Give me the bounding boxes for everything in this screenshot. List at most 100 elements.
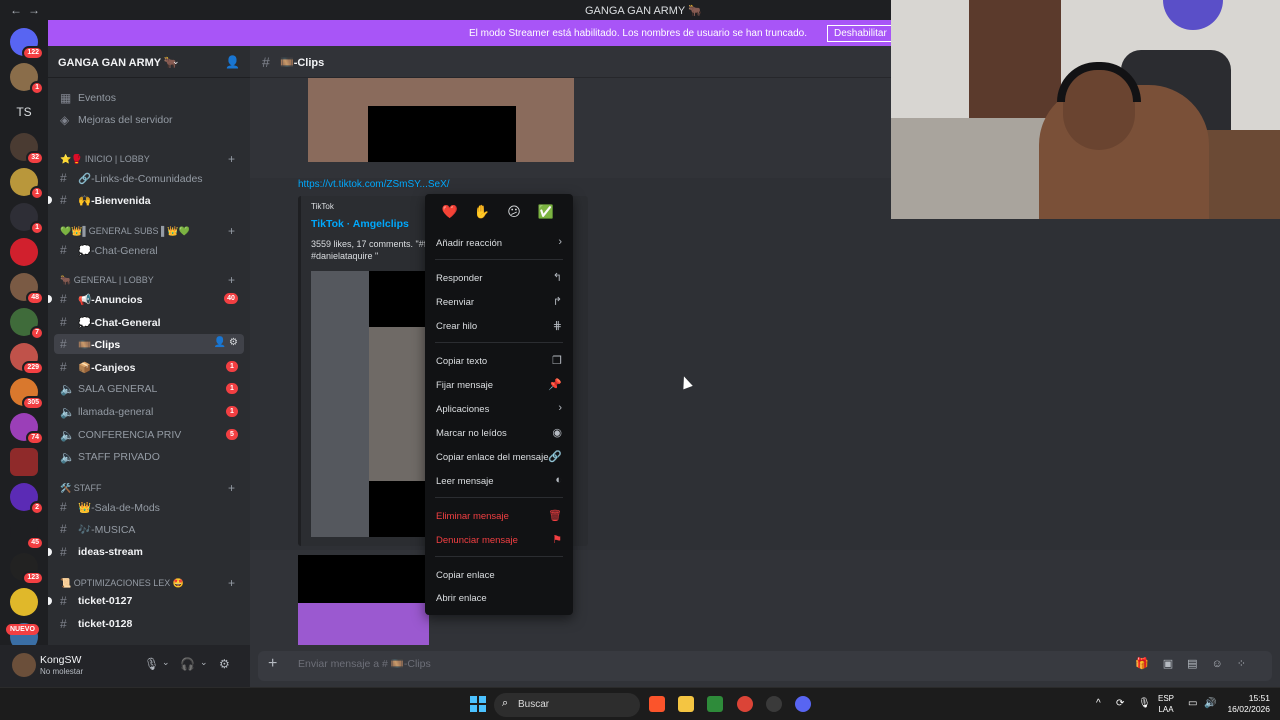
nuevo-badge[interactable]: NUEVO: [6, 624, 39, 635]
sidebar-item-boosts[interactable]: ◈ Mejoras del servidor: [54, 110, 244, 130]
server-icon-dm[interactable]: 122: [10, 28, 44, 60]
menu-pin[interactable]: Fijar mensaje 📌: [430, 375, 568, 395]
menu-create-thread[interactable]: Crear hilo ⋕: [430, 316, 568, 336]
channel-musica[interactable]: # 🎶-MUSICA: [54, 519, 244, 539]
channel-settings-icon[interactable]: 👤 ⚙: [214, 337, 238, 348]
channel-chat-general[interactable]: # 💭-Chat-General: [54, 312, 244, 332]
discord-icon[interactable]: [795, 696, 811, 712]
menu-forward[interactable]: Reenviar ↱: [430, 292, 568, 312]
gear-icon[interactable]: ⚙: [219, 657, 230, 671]
category-staff[interactable]: 🛠️ STAFF +: [60, 481, 235, 495]
microphone-icon[interactable]: 🎙: [144, 657, 159, 671]
embed-thumbnail[interactable]: [311, 271, 431, 537]
menu-open-link[interactable]: Abrir enlace: [430, 588, 568, 608]
server-icon-ts[interactable]: TS: [10, 98, 38, 126]
voice-staff-privado[interactable]: 🔈 STAFF PRIVADO: [54, 447, 244, 467]
server-icon[interactable]: 7: [10, 308, 44, 340]
network-icon[interactable]: ▭: [1188, 698, 1197, 709]
add-channel-icon[interactable]: +: [228, 224, 235, 238]
category-subs[interactable]: 💚👑▌GENERAL SUBS ▌👑💚 +: [60, 224, 235, 238]
server-icon[interactable]: 48: [10, 273, 44, 305]
clock-date: 16/02/2026: [1227, 704, 1270, 714]
clock[interactable]: 15:51 16/02/2026: [1222, 693, 1270, 715]
server-icon[interactable]: [10, 588, 38, 616]
language-indicator[interactable]: ESP LAA: [1158, 693, 1174, 715]
composer-placeholder[interactable]: Enviar mensaje a # 🎞️-Clips: [298, 657, 431, 670]
menu-copy-text[interactable]: Copiar texto ❐: [430, 351, 568, 371]
add-channel-icon[interactable]: +: [228, 576, 235, 590]
avatar[interactable]: [12, 653, 36, 677]
channel-ticket-0128[interactable]: # ticket-0128: [54, 614, 244, 634]
sidebar-item-eventos[interactable]: ▦ Eventos: [54, 88, 244, 108]
menu-separator: [435, 259, 563, 260]
channel-anuncios[interactable]: # 📢-Anuncios 40: [54, 289, 244, 309]
channel-clips[interactable]: # 🎞️-Clips 👤 ⚙: [54, 334, 244, 354]
server-icon[interactable]: [10, 448, 38, 476]
microphone-icon[interactable]: 🎙: [1138, 698, 1151, 709]
attachment-video[interactable]: [298, 555, 429, 645]
reaction-check[interactable]: ✅: [533, 202, 559, 222]
reaction-confused[interactable]: 😕: [501, 202, 527, 222]
category-inicio[interactable]: ⭐🥊 INICIO | LOBBY +: [60, 152, 235, 166]
category-optim[interactable]: 📜 OPTIMIZACIONES LEX 🤩 +: [60, 576, 235, 590]
menu-reply[interactable]: Responder ↰: [430, 268, 568, 288]
add-channel-icon[interactable]: +: [228, 481, 235, 495]
minecraft-icon[interactable]: [707, 696, 723, 712]
server-icon[interactable]: 123: [10, 553, 44, 585]
add-channel-icon[interactable]: +: [228, 273, 235, 287]
sync-icon[interactable]: ⟳: [1116, 698, 1124, 709]
menu-report-message[interactable]: Denunciar mensaje ⚑: [430, 530, 568, 550]
attachment-image[interactable]: [308, 78, 574, 162]
server-icon[interactable]: 1: [10, 203, 44, 235]
server-header[interactable]: GANGA GAN ARMY 🐂 ⌄ 👤: [48, 46, 250, 78]
volume-icon[interactable]: 🔊: [1204, 698, 1216, 709]
channel-canjeos[interactable]: # 📦-Canjeos 1: [54, 357, 244, 377]
embed-title[interactable]: TikTok · Amgelclips: [311, 218, 409, 230]
voice-conferencia[interactable]: 🔈 CONFERENCIA PRIV 5: [54, 425, 244, 445]
channel-sala-mods[interactable]: # 👑-Sala-de-Mods: [54, 497, 244, 517]
chevron-down-icon[interactable]: ⌄: [162, 657, 170, 668]
server-icon[interactable]: 229: [10, 343, 44, 375]
channel-links[interactable]: # 🔗-Links-de-Comunidades: [54, 168, 244, 188]
channel-ticket-0127[interactable]: # ticket-0127: [54, 591, 244, 611]
message-link[interactable]: https://vt.tiktok.com/ZSmSY...SeX/: [298, 179, 450, 190]
channel-bienvenida[interactable]: # 🙌-Bienvenida: [54, 190, 244, 210]
chevron-up-icon[interactable]: ^: [1096, 698, 1101, 709]
server-icon[interactable]: [10, 238, 38, 266]
category-general[interactable]: 🐂 GENERAL | LOBBY +: [60, 273, 235, 287]
nav-arrows[interactable]: ←→: [10, 3, 46, 17]
server-icon[interactable]: 2: [10, 483, 44, 515]
server-icon[interactable]: 305: [10, 378, 44, 410]
server-icon[interactable]: 1: [10, 168, 44, 200]
menu-delete-message[interactable]: Eliminar mensaje 🗑: [430, 506, 568, 526]
menu-copy-link[interactable]: Copiar enlace: [430, 565, 568, 585]
menu-copy-message-link[interactable]: Copiar enlace del mensaje 🔗: [430, 447, 568, 467]
channel-ideas-stream[interactable]: # ideas-stream: [54, 542, 244, 562]
reaction-hand[interactable]: ✋: [469, 202, 495, 222]
server-icon[interactable]: 32: [10, 133, 44, 165]
windows-start-icon[interactable]: [470, 696, 486, 712]
add-user-icon[interactable]: 👤: [225, 55, 240, 69]
server-icon[interactable]: 45: [10, 518, 44, 550]
voice-sala-general[interactable]: 🔈 SALA GENERAL 1: [54, 379, 244, 399]
menu-add-reaction[interactable]: Añadir reacción ›: [430, 233, 568, 253]
composer-tools-icon[interactable]: 🎁▣▤☺⁘: [1135, 657, 1260, 670]
plus-icon[interactable]: +: [268, 655, 277, 673]
reaction-heart[interactable]: ❤️: [437, 202, 463, 222]
menu-read-message[interactable]: Leer mensaje ◐: [430, 471, 568, 491]
chrome-icon[interactable]: [737, 696, 753, 712]
taskbar-search[interactable]: ⌕ Buscar: [494, 693, 640, 717]
menu-mark-unread[interactable]: Marcar no leídos ◉: [430, 423, 568, 443]
brave-icon[interactable]: [649, 696, 665, 712]
app-icon[interactable]: [766, 696, 782, 712]
channel-chat-subs[interactable]: # 💭-Chat-General: [54, 240, 244, 260]
menu-apps[interactable]: Aplicaciones ›: [430, 399, 568, 419]
add-channel-icon[interactable]: +: [228, 152, 235, 166]
disable-streamer-button[interactable]: Deshabilitar: [827, 25, 894, 42]
server-icon[interactable]: 1: [10, 63, 44, 95]
headphones-icon[interactable]: 🎧: [180, 657, 195, 671]
chevron-down-icon[interactable]: ⌄: [200, 657, 208, 668]
voice-llamada-general[interactable]: 🔈 llamada-general 1: [54, 402, 244, 422]
server-icon[interactable]: 74: [10, 413, 44, 445]
folder-icon[interactable]: [678, 696, 694, 712]
